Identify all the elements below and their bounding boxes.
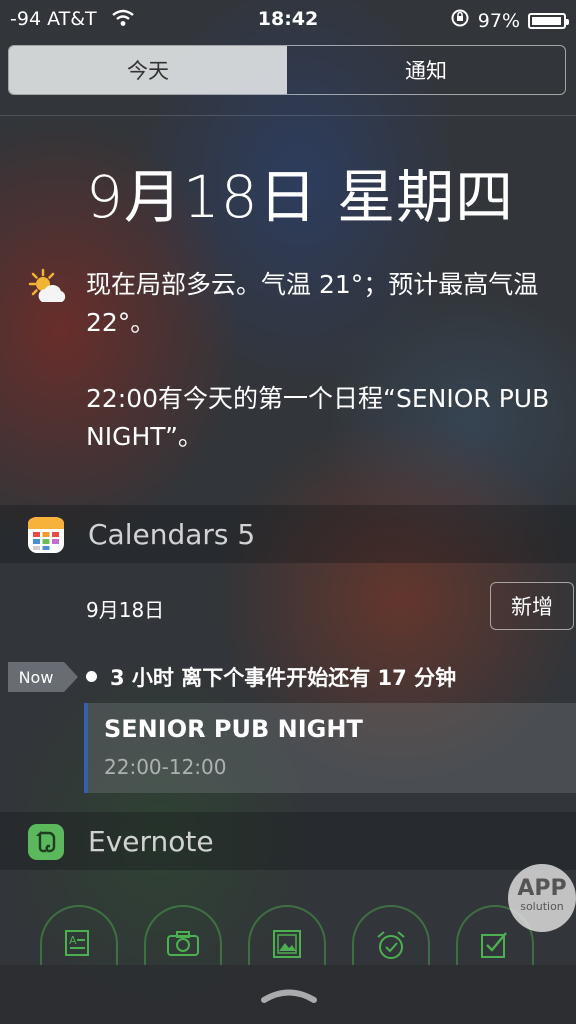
camera-icon xyxy=(166,929,200,965)
add-event-button[interactable]: 新增 xyxy=(490,582,574,630)
divider xyxy=(0,115,576,116)
evernote-actions: A xyxy=(0,905,576,965)
svg-text:A: A xyxy=(69,934,77,947)
watermark-line1: APP xyxy=(517,876,567,901)
tab-today[interactable]: 今天 xyxy=(9,46,287,94)
evernote-widget-header[interactable]: Evernote xyxy=(0,812,576,870)
schedule-summary: 22:00有今天的第一个日程“SENIOR PUB NIGHT”。 xyxy=(86,384,550,451)
calendar-date: 9月18日 xyxy=(86,598,165,622)
now-dot xyxy=(86,671,97,682)
reminder-note-button[interactable] xyxy=(352,905,430,965)
today-summary: 现在局部多云。气温 21°；预计最高气温 22°。 22:00有今天的第一个日程… xyxy=(86,266,556,494)
tab-notifications[interactable]: 通知 xyxy=(287,46,565,94)
rotation-lock-icon xyxy=(450,8,470,33)
event-time: 22:00-12:00 xyxy=(104,755,227,779)
text-note-button[interactable]: A xyxy=(40,905,118,965)
app-solution-watermark: APP solution xyxy=(508,864,576,932)
date-heading: 9月18日 星期四 xyxy=(86,163,515,231)
photo-icon xyxy=(272,929,302,965)
photo-note-button[interactable] xyxy=(248,905,326,965)
event-title: SENIOR PUB NIGHT xyxy=(104,715,363,743)
battery-percent: 97% xyxy=(477,9,520,32)
camera-note-button[interactable] xyxy=(144,905,222,965)
now-marker: Now xyxy=(8,662,78,692)
battery-icon xyxy=(528,12,569,29)
calendars-app-icon xyxy=(28,517,64,553)
status-bar: -94 AT&T 18:42 97% xyxy=(0,0,576,38)
evernote-app-icon xyxy=(28,824,64,860)
evernote-widget-title: Evernote xyxy=(88,825,214,858)
checklist-icon xyxy=(480,929,510,965)
next-event-countdown: 3 小时 离下个事件开始还有 17 分钟 xyxy=(110,666,457,690)
partly-cloudy-icon xyxy=(26,268,70,308)
reminder-icon xyxy=(375,929,407,965)
text-note-icon: A xyxy=(64,929,94,965)
close-handle-icon[interactable] xyxy=(258,983,320,1005)
event-card[interactable]: SENIOR PUB NIGHT 22:00-12:00 xyxy=(84,703,576,793)
weather-summary: 现在局部多云。气温 21°；预计最高气温 22°。 xyxy=(86,270,539,337)
today-notifications-switch[interactable]: 今天 通知 xyxy=(8,45,566,95)
watermark-line2: solution xyxy=(520,900,564,913)
calendars-widget-title: Calendars 5 xyxy=(88,518,256,551)
calendars-widget-header[interactable]: Calendars 5 xyxy=(0,505,576,563)
